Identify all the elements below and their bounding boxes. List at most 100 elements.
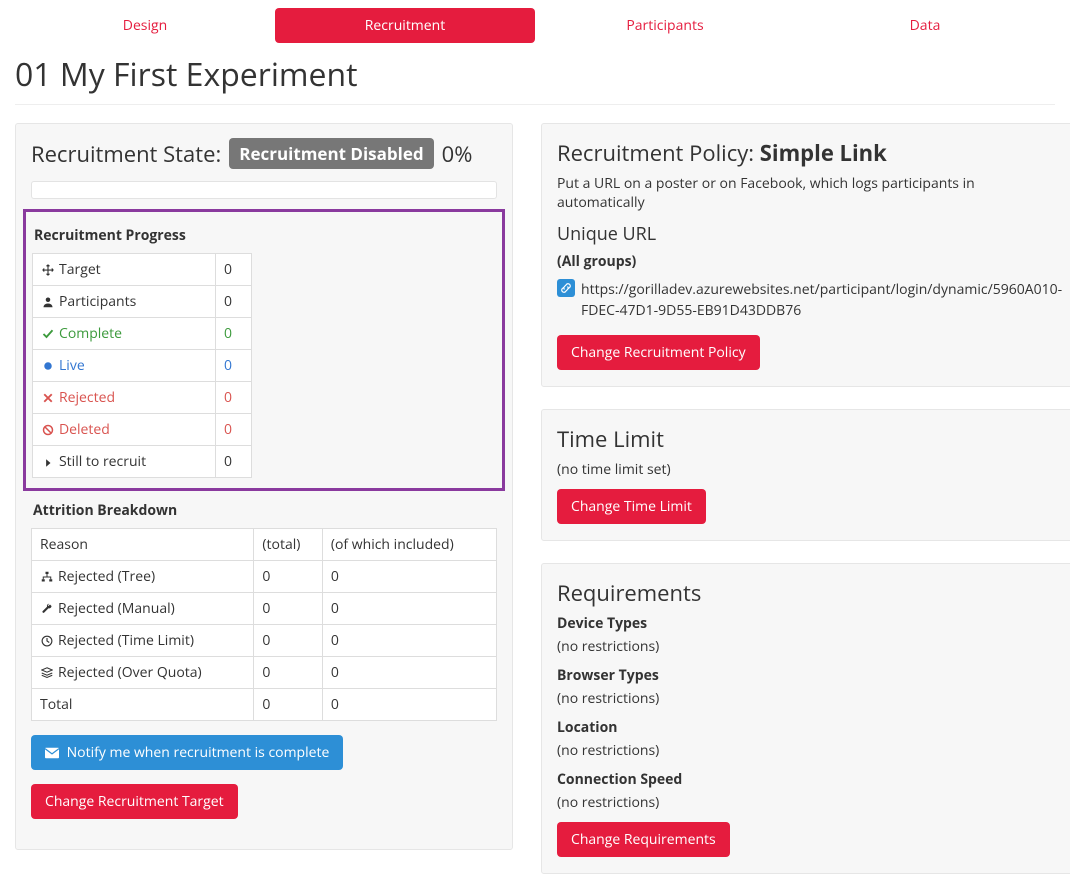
- tab-recruitment[interactable]: Recruitment: [275, 8, 535, 43]
- attrition-row-tree: Rejected (Tree) 0 0: [32, 561, 497, 593]
- policy-desc: Put a URL on a poster or on Facebook, wh…: [557, 174, 1062, 212]
- main-tabs: Design Recruitment Participants Data: [15, 8, 1055, 43]
- progress-highlight: Recruitment Progress Target 0 Participan…: [23, 209, 505, 491]
- change-timelimit-button[interactable]: Change Time Limit: [557, 489, 706, 524]
- browser-types-label: Browser Types: [557, 666, 1062, 685]
- label: Rejected: [59, 388, 115, 407]
- notify-label: Notify me when recruitment is complete: [67, 743, 330, 762]
- recruitment-state-panel: Recruitment State: Recruitment Disabled …: [15, 123, 513, 850]
- sitemap-icon: [40, 567, 54, 586]
- move-icon: [41, 260, 55, 279]
- label: Rejected (Tree): [58, 567, 155, 586]
- policy-panel: Recruitment Policy: Simple Link Put a UR…: [541, 123, 1070, 387]
- browser-types-value: (no restrictions): [557, 689, 1062, 708]
- attrition-table: Reason (total) (of which included) Rejec…: [31, 528, 497, 721]
- state-label: Recruitment State:: [31, 139, 221, 169]
- row-participants: Participants 0: [33, 286, 252, 318]
- x-icon: [41, 388, 55, 407]
- total: 0: [254, 593, 322, 625]
- included: 0: [322, 625, 496, 657]
- value: 0: [216, 446, 252, 478]
- row-complete: Complete 0: [33, 318, 252, 350]
- row-target: Target 0: [33, 254, 252, 286]
- row-deleted: Deleted 0: [33, 414, 252, 446]
- label: Still to recruit: [59, 452, 146, 471]
- change-target-button[interactable]: Change Recruitment Target: [31, 784, 238, 819]
- attrition-header-row: Reason (total) (of which included): [32, 529, 497, 561]
- wrench-icon: [40, 599, 54, 618]
- policy-heading-prefix: Recruitment Policy:: [557, 138, 760, 168]
- device-types-value: (no restrictions): [557, 637, 1062, 656]
- progress-table: Target 0 Participants 0 Complete 0 Live …: [32, 253, 252, 478]
- label: Rejected (Over Quota): [58, 663, 202, 682]
- col-included: (of which included): [322, 529, 496, 561]
- value: 0: [216, 286, 252, 318]
- value: 0: [216, 414, 252, 446]
- page-title: 01 My First Experiment: [15, 53, 1055, 96]
- attrition-row-manual: Rejected (Manual) 0 0: [32, 593, 497, 625]
- tab-design[interactable]: Design: [15, 8, 275, 43]
- device-types-label: Device Types: [557, 614, 1062, 633]
- included: 0: [322, 593, 496, 625]
- user-icon: [41, 292, 55, 311]
- attrition-row-time: Rejected (Time Limit) 0 0: [32, 625, 497, 657]
- value: 0: [216, 350, 252, 382]
- label: Participants: [59, 292, 136, 311]
- connection-speed-label: Connection Speed: [557, 770, 1062, 789]
- circle-icon: [41, 356, 55, 375]
- policy-url: https://gorilladev.azurewebsites.net/par…: [581, 279, 1062, 321]
- included: 0: [322, 657, 496, 689]
- attrition-title: Attrition Breakdown: [33, 501, 497, 520]
- attrition-row-quota: Rejected (Over Quota) 0 0: [32, 657, 497, 689]
- check-icon: [41, 324, 55, 343]
- value: 0: [216, 382, 252, 414]
- label: Complete: [59, 324, 122, 343]
- location-label: Location: [557, 718, 1062, 737]
- change-requirements-button[interactable]: Change Requirements: [557, 822, 730, 857]
- state-percent: 0%: [442, 139, 473, 169]
- timelimit-heading: Time Limit: [557, 424, 1062, 454]
- caret-right-icon: [41, 452, 55, 471]
- all-groups-label: (All groups): [557, 252, 1062, 271]
- link-icon[interactable]: [557, 279, 575, 297]
- total: 0: [254, 657, 322, 689]
- ban-icon: [41, 420, 55, 439]
- label: Rejected (Time Limit): [58, 631, 194, 650]
- label: Live: [59, 356, 85, 375]
- label: Total: [32, 689, 254, 721]
- total: 0: [254, 689, 322, 721]
- policy-heading: Recruitment Policy: Simple Link: [557, 138, 1062, 168]
- value: 0: [216, 318, 252, 350]
- state-badge: Recruitment Disabled: [229, 138, 433, 169]
- location-value: (no restrictions): [557, 741, 1062, 760]
- notify-button[interactable]: Notify me when recruitment is complete: [31, 735, 343, 770]
- included: 0: [322, 561, 496, 593]
- progress-title: Recruitment Progress: [34, 226, 490, 245]
- tab-data[interactable]: Data: [795, 8, 1055, 43]
- layers-icon: [40, 663, 54, 682]
- row-still: Still to recruit 0: [33, 446, 252, 478]
- connection-speed-value: (no restrictions): [557, 793, 1062, 812]
- progress-bar: [31, 181, 497, 199]
- mail-icon: [45, 743, 59, 762]
- change-policy-button[interactable]: Change Recruitment Policy: [557, 335, 760, 370]
- policy-heading-value: Simple Link: [760, 138, 887, 168]
- label: Target: [59, 260, 101, 279]
- clock-icon: [40, 631, 54, 650]
- attrition-row-total: Total 0 0: [32, 689, 497, 721]
- value: 0: [216, 254, 252, 286]
- label: Deleted: [59, 420, 110, 439]
- title-divider: [15, 104, 1055, 105]
- requirements-heading: Requirements: [557, 578, 1062, 608]
- unique-url-label: Unique URL: [557, 222, 1062, 246]
- timelimit-value: (no time limit set): [557, 460, 1062, 479]
- total: 0: [254, 625, 322, 657]
- col-reason: Reason: [32, 529, 254, 561]
- total: 0: [254, 561, 322, 593]
- timelimit-panel: Time Limit (no time limit set) Change Ti…: [541, 409, 1070, 541]
- row-live: Live 0: [33, 350, 252, 382]
- included: 0: [322, 689, 496, 721]
- tab-participants[interactable]: Participants: [535, 8, 795, 43]
- row-rejected: Rejected 0: [33, 382, 252, 414]
- col-total: (total): [254, 529, 322, 561]
